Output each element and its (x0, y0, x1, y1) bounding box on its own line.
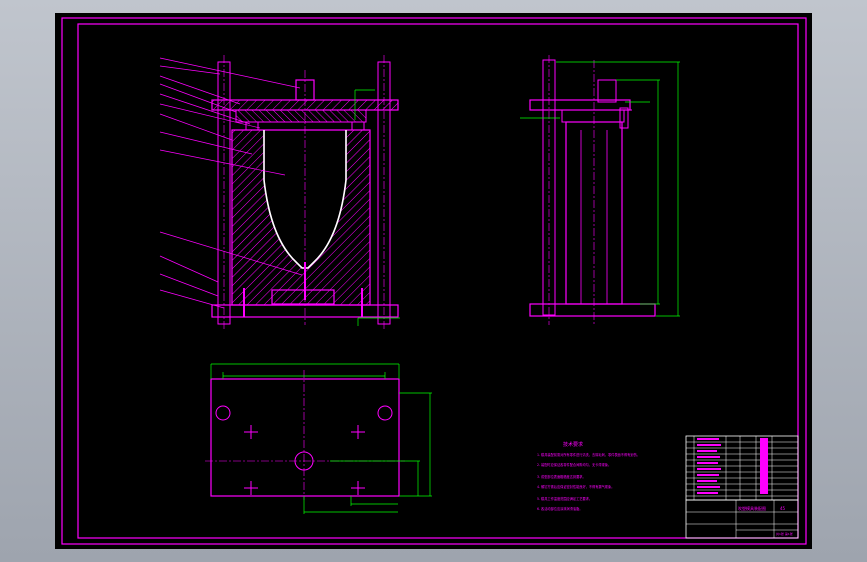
tech-req-title: 技术要求 (563, 441, 583, 448)
tech-req-line-1: 1. 模具装配前需对所有零件进行清洗，去除毛刺，零件表面不得有划伤。 (537, 452, 640, 457)
top-clamp-plate (211, 99, 399, 111)
neck-ring (235, 109, 367, 123)
tech-req-line-2: 2. 装配时应保证各零件配合间隙均匀，无卡滞现象。 (537, 462, 611, 467)
drawing-name: 吹塑模具装配图 (738, 505, 766, 511)
sheet-count: 共1张 第1张 (776, 531, 793, 536)
assembly-drawing: 技术要求 1. 模具装配前需对所有零件进行清洗，去除毛刺，零件表面不得有划伤。 … (55, 13, 812, 549)
tech-req-line-3: 3. 成型部位表面粗糙度达到要求。 (537, 474, 586, 479)
tech-req-line-6: 6. 各活动部位应涂抹润滑油脂。 (537, 506, 583, 511)
tech-req-line-5: 5. 模具工作温度范围应满足工艺要求。 (537, 496, 592, 501)
tech-req-line-4: 4. 螺钉拧紧后应保证密封性能良好，不得有漏气现象。 (537, 484, 614, 489)
material-value: 45 (780, 506, 786, 511)
